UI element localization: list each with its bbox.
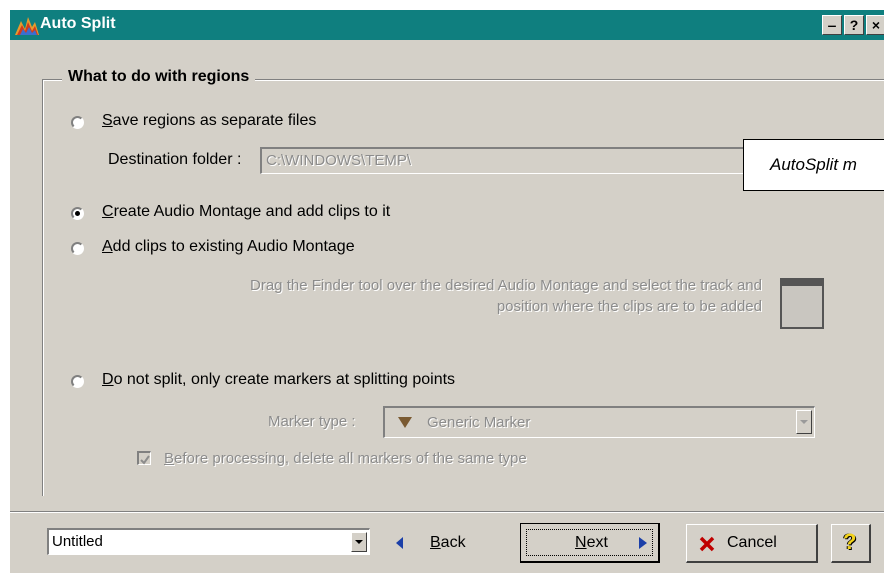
finder-tool-icon[interactable]	[780, 278, 824, 329]
help-question-icon: ?	[843, 529, 857, 554]
finder-help-text: Drag the Finder tool over the desired Au…	[250, 277, 762, 315]
cancel-button[interactable]: Cancel	[686, 524, 818, 563]
markers-only-label[interactable]: Do not split, only create markers at spl…	[102, 371, 455, 389]
save-separate-label[interactable]: Save regions as separate files	[102, 112, 316, 130]
save-separate-radio[interactable]	[71, 116, 84, 129]
preset-value: Untitled	[52, 533, 103, 550]
back-arrow-icon	[396, 537, 403, 549]
cancel-button-label: Cancel	[727, 534, 777, 551]
next-arrow-icon	[639, 537, 647, 549]
cancel-x-icon	[699, 536, 715, 552]
help-title-button[interactable]: ?	[844, 15, 864, 35]
create-montage-label[interactable]: Create Audio Montage and add clips to it	[102, 203, 390, 221]
close-button[interactable]: ×	[866, 15, 884, 35]
destination-folder-label: Destination folder :	[108, 151, 242, 168]
title-bar[interactable]: Auto Split ‒ ? ×	[10, 10, 884, 40]
help-button[interactable]: ?	[831, 524, 871, 563]
delete-markers-checkbox[interactable]	[137, 451, 151, 465]
back-button-label: Back	[430, 534, 466, 551]
next-button[interactable]: Next	[520, 523, 660, 563]
preset-combo[interactable]: Untitled	[47, 528, 370, 555]
marker-icon	[398, 417, 412, 428]
marker-type-dropdown-arrow[interactable]	[796, 410, 812, 434]
groupbox-title: What to do with regions	[62, 68, 256, 86]
preset-dropdown-arrow[interactable]	[351, 532, 367, 552]
footer-separator	[10, 511, 884, 513]
delete-markers-label[interactable]: Before processing, delete all markers of…	[164, 450, 527, 467]
add-existing-label[interactable]: Add clips to existing Audio Montage	[102, 238, 355, 256]
auto-split-dialog: Auto Split ‒ ? × What to do with regions…	[8, 8, 884, 573]
minimize-button[interactable]: ‒	[822, 15, 842, 35]
autosplit-tooltip: AutoSplit m	[743, 139, 884, 191]
back-button[interactable]: Back	[385, 524, 505, 561]
marker-type-label: Marker type :	[268, 413, 356, 430]
next-button-label: Next	[575, 534, 608, 551]
app-icon	[15, 17, 39, 35]
markers-only-radio[interactable]	[71, 375, 84, 388]
chevron-down-icon	[355, 540, 363, 544]
marker-type-combo[interactable]: Generic Marker	[383, 406, 815, 438]
add-existing-radio[interactable]	[71, 242, 84, 255]
checkmark-icon	[140, 455, 150, 465]
create-montage-radio[interactable]	[71, 207, 84, 220]
window-title: Auto Split	[40, 15, 116, 32]
chevron-down-icon	[800, 420, 808, 424]
